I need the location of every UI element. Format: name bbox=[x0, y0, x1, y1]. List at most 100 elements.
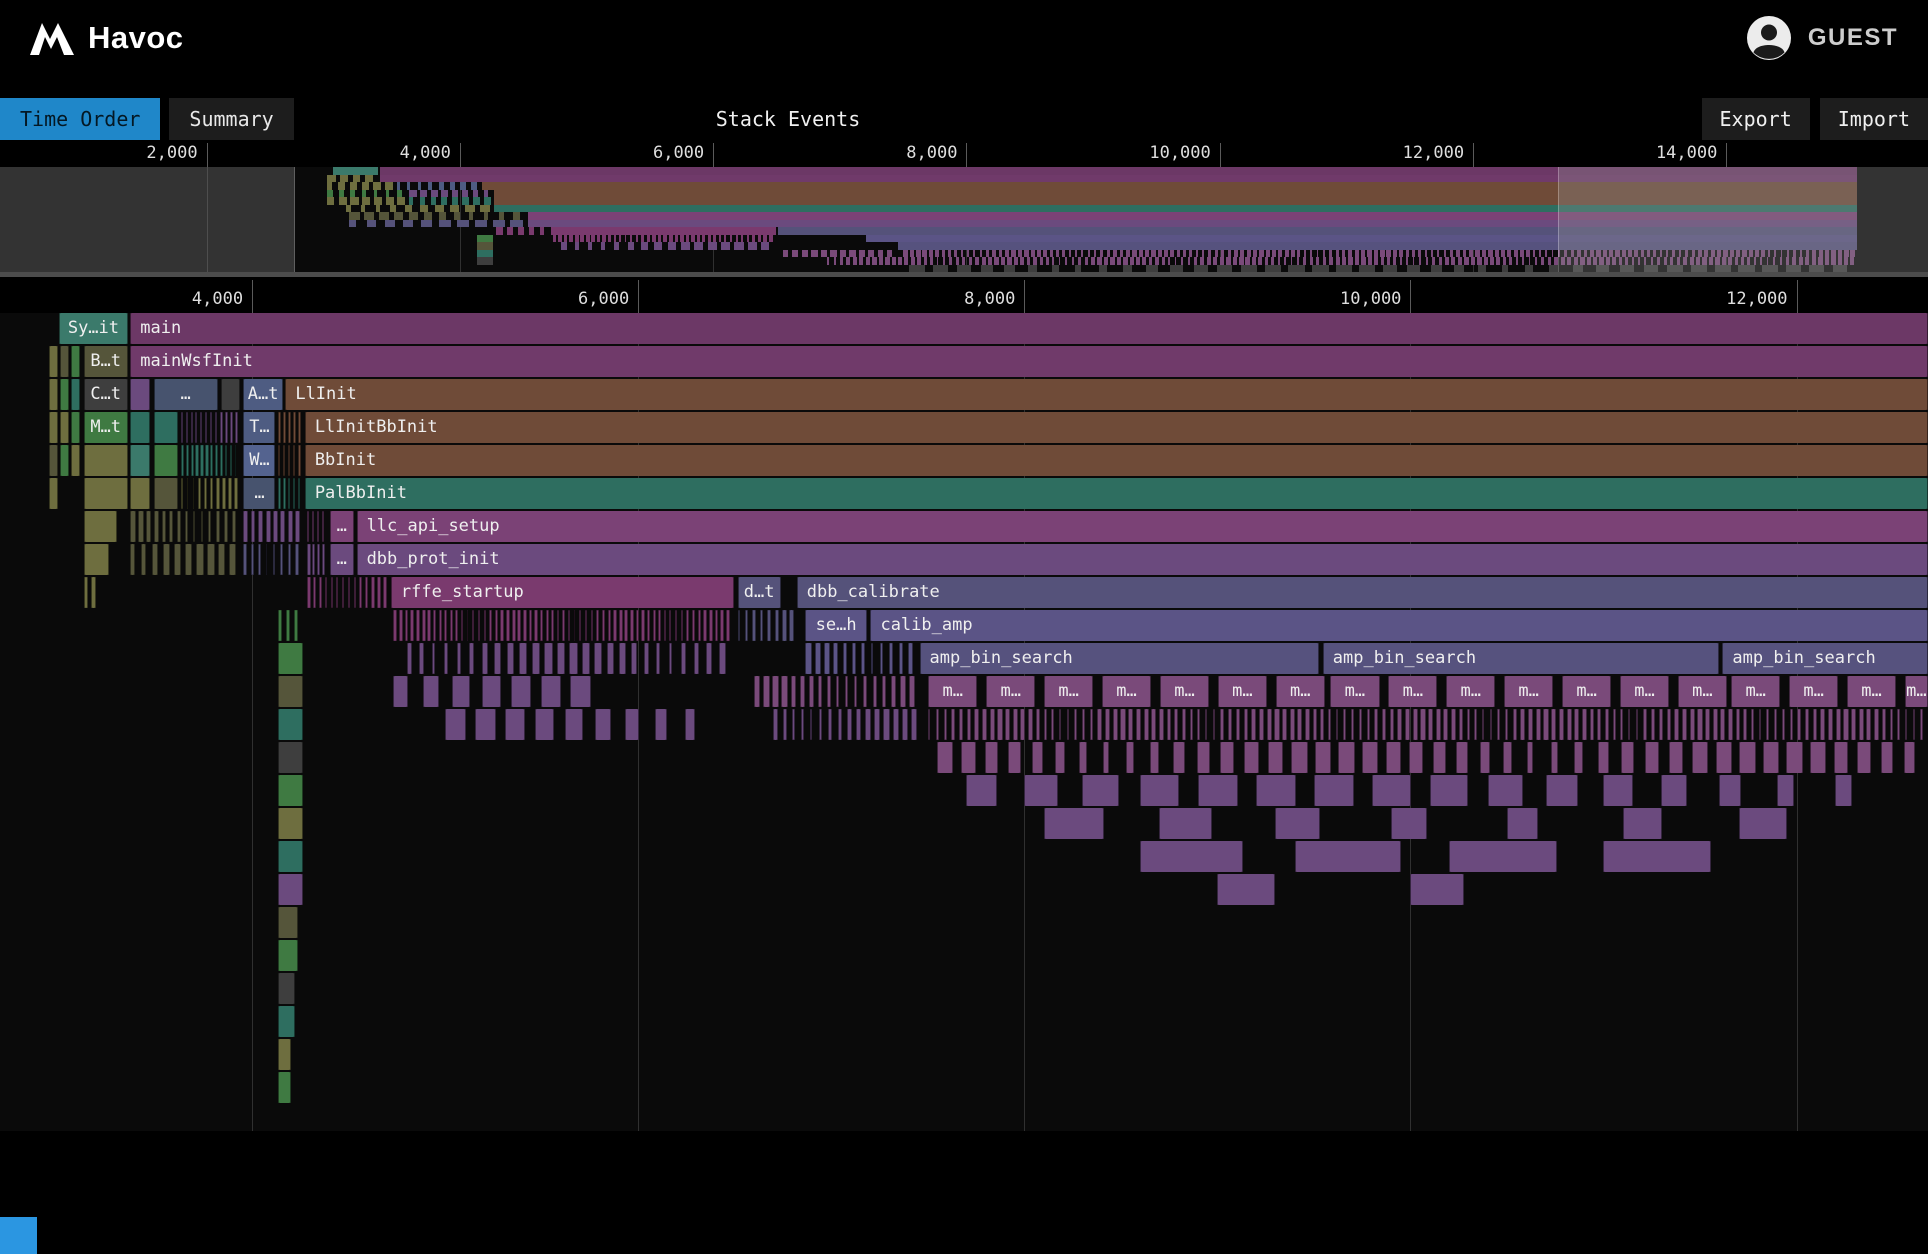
flame-frame-sliver[interactable] bbox=[557, 610, 559, 641]
flame-frame-sliver[interactable] bbox=[909, 676, 915, 707]
flame-frame-sliver[interactable] bbox=[1790, 709, 1794, 740]
flame-frame-sliver[interactable] bbox=[1390, 709, 1395, 740]
flame-frame-sliver[interactable] bbox=[232, 511, 236, 542]
flame-frame-sliver[interactable] bbox=[512, 610, 516, 641]
flame-frame[interactable]: m… bbox=[1620, 676, 1669, 707]
flame-frame-sliver[interactable] bbox=[738, 610, 740, 641]
flame-frame-sliver[interactable] bbox=[322, 544, 325, 575]
flame-frame-sliver[interactable] bbox=[1766, 709, 1768, 740]
flame-frame-sliver[interactable] bbox=[433, 610, 437, 641]
flame-frame-sliver[interactable] bbox=[546, 610, 549, 641]
flame-frame-sliver[interactable] bbox=[130, 412, 150, 443]
flame-frame-sliver[interactable] bbox=[1079, 742, 1087, 773]
flame-frame-sliver[interactable] bbox=[1621, 742, 1633, 773]
flame-frame[interactable]: m… bbox=[1388, 676, 1437, 707]
flame-frame-sliver[interactable] bbox=[871, 643, 874, 674]
flame-frame-sliver[interactable] bbox=[469, 643, 474, 674]
flame-frame-sliver[interactable] bbox=[1536, 709, 1541, 740]
flame-frame-sliver[interactable] bbox=[1197, 709, 1200, 740]
flame-frame-sliver[interactable] bbox=[647, 610, 650, 641]
flame-frame-sliver[interactable] bbox=[1274, 709, 1279, 740]
flame-frame-sliver[interactable] bbox=[1410, 874, 1464, 905]
flame-frame-sliver[interactable] bbox=[997, 709, 1002, 740]
flame-frame-sliver[interactable] bbox=[1546, 775, 1579, 806]
flame-frame-sliver[interactable] bbox=[1409, 742, 1423, 773]
flame-frame-sliver[interactable] bbox=[138, 511, 143, 542]
flame-frame-sliver[interactable] bbox=[911, 709, 917, 740]
flame-frame-sliver[interactable] bbox=[405, 610, 409, 641]
flame-frame-sliver[interactable] bbox=[1897, 709, 1900, 740]
flame-frame-sliver[interactable] bbox=[1851, 709, 1856, 740]
flame-frame-sliver[interactable] bbox=[706, 643, 712, 674]
flame-frame-sliver[interactable] bbox=[789, 610, 794, 641]
flame-frame-sliver[interactable] bbox=[187, 478, 189, 509]
flame-frame-sliver[interactable] bbox=[229, 544, 236, 575]
minimap[interactable]: 2,0004,0006,0008,00010,00012,00014,000 bbox=[0, 140, 1928, 272]
flame-frame-sliver[interactable] bbox=[154, 511, 159, 542]
flame-frame-sliver[interactable] bbox=[636, 610, 640, 641]
flame-frame-sliver[interactable] bbox=[1890, 709, 1893, 740]
flame-frame-sliver[interactable] bbox=[427, 610, 431, 641]
flame-frame-sliver[interactable] bbox=[207, 544, 215, 575]
flame-frame-sliver[interactable] bbox=[540, 610, 543, 641]
flame-frame-sliver[interactable] bbox=[1336, 709, 1339, 740]
flame-frame[interactable]: m… bbox=[1905, 676, 1928, 707]
flame-frame-sliver[interactable] bbox=[422, 610, 426, 641]
flame-frame-sliver[interactable] bbox=[1669, 742, 1684, 773]
flame-frame-sliver[interactable] bbox=[205, 445, 208, 476]
flame-frame-sliver[interactable] bbox=[1527, 742, 1533, 773]
flame-frame-sliver[interactable] bbox=[1197, 742, 1210, 773]
flame-frame-sliver[interactable] bbox=[773, 709, 778, 740]
flame-frame-sliver[interactable] bbox=[966, 775, 996, 806]
flame-frame[interactable]: m… bbox=[1789, 676, 1838, 707]
flame-frame-sliver[interactable] bbox=[1786, 742, 1802, 773]
flame-frame-sliver[interactable] bbox=[937, 742, 953, 773]
flame-frame-sliver[interactable] bbox=[1636, 709, 1639, 740]
flame-frame-sliver[interactable] bbox=[452, 676, 470, 707]
flame-frame-sliver[interactable] bbox=[216, 478, 219, 509]
flame-frame-sliver[interactable] bbox=[1520, 709, 1524, 740]
flame-frame-sliver[interactable] bbox=[1128, 709, 1133, 740]
flame-frame-sliver[interactable] bbox=[579, 610, 581, 641]
flame-frame-sliver[interactable] bbox=[278, 1006, 295, 1037]
flame-frame-sliver[interactable] bbox=[1503, 742, 1511, 773]
selection-right-handle[interactable] bbox=[1558, 167, 1559, 272]
flame-frame-sliver[interactable] bbox=[1467, 709, 1470, 740]
flame-frame-sliver[interactable] bbox=[1362, 742, 1378, 773]
flame-frame-sliver[interactable] bbox=[664, 610, 666, 641]
flame-frame-sliver[interactable] bbox=[715, 610, 719, 641]
flame-frame-sliver[interactable] bbox=[653, 610, 656, 641]
flame-frame[interactable]: m… bbox=[986, 676, 1035, 707]
flame-frame-sliver[interactable] bbox=[745, 610, 748, 641]
flame-frame-sliver[interactable] bbox=[295, 544, 299, 575]
flame-frame-sliver[interactable] bbox=[1459, 709, 1463, 740]
flame-frame-sliver[interactable] bbox=[1667, 709, 1672, 740]
flame-frame-sliver[interactable] bbox=[71, 379, 80, 410]
flame-frame-sliver[interactable] bbox=[419, 643, 424, 674]
flame-frame-sliver[interactable] bbox=[280, 544, 283, 575]
flame-frame[interactable]: … bbox=[330, 544, 355, 575]
flame-frame-sliver[interactable] bbox=[195, 445, 198, 476]
flame-frame-sliver[interactable] bbox=[951, 709, 955, 740]
flame-frame-sliver[interactable] bbox=[243, 544, 246, 575]
flame-frame-sliver[interactable] bbox=[1020, 709, 1025, 740]
flame-frame-sliver[interactable] bbox=[313, 577, 316, 608]
flame-frame-sliver[interactable] bbox=[1574, 742, 1583, 773]
flame-frame-sliver[interactable] bbox=[130, 478, 150, 509]
flame-frame-sliver[interactable] bbox=[49, 478, 57, 509]
flame-frame-sliver[interactable] bbox=[595, 709, 611, 740]
flame-frame-sliver[interactable] bbox=[562, 610, 564, 641]
flame-frame[interactable]: … bbox=[243, 478, 275, 509]
flame-frame-sliver[interactable] bbox=[169, 511, 173, 542]
flame-frame-sliver[interactable] bbox=[84, 544, 110, 575]
flame-frame-sliver[interactable] bbox=[278, 478, 281, 509]
flame-frame-sliver[interactable] bbox=[204, 478, 207, 509]
flame-frame-sliver[interactable] bbox=[216, 511, 219, 542]
flame-frame-sliver[interactable] bbox=[1140, 775, 1178, 806]
flame-frame[interactable]: m… bbox=[1276, 676, 1325, 707]
flame-frame-sliver[interactable] bbox=[1328, 709, 1331, 740]
flame-frame-sliver[interactable] bbox=[319, 577, 322, 608]
flame-frame-sliver[interactable] bbox=[685, 709, 695, 740]
flame-frame[interactable]: m… bbox=[928, 676, 977, 707]
flame-frame-sliver[interactable] bbox=[130, 379, 150, 410]
